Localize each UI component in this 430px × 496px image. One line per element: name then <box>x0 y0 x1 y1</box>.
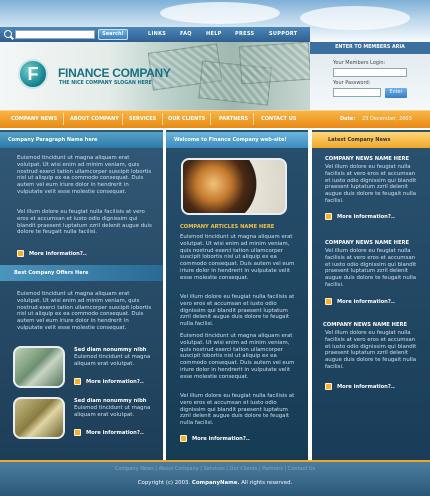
left-paragraph-3: Euismod tincidunt ut magna aliquam erat … <box>17 291 152 331</box>
more-info-link[interactable]: More information?.. <box>192 436 250 442</box>
banknote-graphic <box>238 42 310 85</box>
search-input[interactable] <box>15 30 95 39</box>
more-info-link[interactable]: More information?.. <box>337 299 395 305</box>
arrow-icon <box>325 383 332 390</box>
menu-company-news[interactable]: COMPANY NEWS <box>11 110 57 128</box>
menu-divider <box>253 113 254 125</box>
top-link-faq[interactable]: FAQ <box>180 29 192 40</box>
top-link-links[interactable]: LINKS <box>148 29 166 40</box>
more-info-link[interactable]: More information?.. <box>86 430 144 436</box>
date-label: Date: <box>340 116 356 122</box>
menu-divider <box>63 113 64 125</box>
arrow-icon <box>325 213 332 220</box>
offer-title: Sed diam nonummy nibh <box>74 347 147 353</box>
news-title: COMPANY NEWS NAME HERE <box>323 322 408 328</box>
copyright-suffix: All rights reserved. <box>241 480 293 486</box>
arrow-icon <box>180 435 187 442</box>
offers-heading: Best Company Offers Here <box>0 265 163 281</box>
news-text: Vel illum dolore eu feugiat nulla facili… <box>325 164 417 204</box>
arrow-icon <box>325 298 332 305</box>
logo-icon: F <box>18 59 48 89</box>
middle-paragraph-4: Vel illum dolore eu feugiat nulla facili… <box>180 393 295 427</box>
members-title: ENTER TO MEMBERS ARIA <box>310 42 430 54</box>
arrow-icon <box>74 429 81 436</box>
news-text: Vel illum dolore eu feugiat nulla facili… <box>325 248 417 288</box>
copyright-company: CompanyName. <box>191 480 240 486</box>
menu-partners[interactable]: PARTNERS <box>219 110 248 128</box>
menu-our-clients[interactable]: OUR CLIENTS <box>168 110 205 128</box>
middle-paragraph-3: Euismod tincidunt ut magna aliquam erat … <box>180 333 295 380</box>
menu-divider <box>162 113 163 125</box>
menu-contact-us[interactable]: CONTACT US <box>261 110 296 128</box>
middle-paragraph-1: Euismod tincidunt ut magna aliquam erat … <box>180 234 295 281</box>
news-title: COMPANY NEWS NAME HERE <box>325 156 410 162</box>
left-paragraph-1: Euismod tincidunt ut magna aliquam erat … <box>17 155 152 195</box>
footer-links[interactable]: Company News | About Company | Services … <box>60 466 370 472</box>
login-label: Your Members Login: <box>333 60 386 66</box>
password-label: Your Password: <box>333 80 371 86</box>
article-photo <box>181 158 287 215</box>
offer-title: Sed diam nonummy nibh <box>74 398 147 404</box>
copyright-prefix: Copyright (c) 2003. <box>137 480 191 486</box>
cloud-decoration <box>160 2 280 24</box>
menu-services[interactable]: SERVICES <box>129 110 156 128</box>
left-paragraph-2: Vel illum dolore eu feugiat nulla facili… <box>17 209 152 236</box>
left-heading: Company Paragraph Name here <box>0 132 163 148</box>
copyright: Copyright (c) 2003. CompanyName. All rig… <box>0 480 430 486</box>
menu-divider <box>122 113 123 125</box>
middle-paragraph-2: Vel illum dolore eu feugiat nulla facili… <box>180 294 295 328</box>
news-text: Vel illum dolore eu feugiat nulla facili… <box>325 330 417 370</box>
middle-heading: Welcome to Finance Company web-site! <box>166 132 308 148</box>
right-heading: Latest Company News <box>312 132 430 148</box>
password-field[interactable] <box>333 88 381 97</box>
search-icon <box>4 30 12 38</box>
top-link-press[interactable]: PRESS <box>235 29 254 40</box>
more-info-link[interactable]: More information?.. <box>337 384 395 390</box>
news-title: COMPANY NEWS NAME HERE <box>325 240 410 246</box>
login-field[interactable] <box>333 68 407 77</box>
top-link-support[interactable]: SUPPORT <box>269 29 297 40</box>
money-thumbnail <box>13 346 65 388</box>
company-slogan: THE NICE COMPANY SLOGAN HERE <box>59 81 152 86</box>
offer-text: Euismod tincidunt ut magna aliquam erat … <box>74 354 151 367</box>
search-button[interactable]: Search! <box>98 29 128 40</box>
more-info-link[interactable]: More information?.. <box>337 214 395 220</box>
more-info-link[interactable]: More information?.. <box>86 379 144 385</box>
enter-button[interactable]: Enter <box>385 88 407 98</box>
more-info-link[interactable]: More information?.. <box>29 251 87 257</box>
cloud-decoration <box>300 6 410 30</box>
offer-text: Euismod tincidunt ut magna aliquam erat … <box>74 405 151 418</box>
date-value: 23 December, 2003 <box>362 116 412 122</box>
menu-divider <box>210 113 211 125</box>
company-name: FINANCE COMPANY <box>58 66 171 80</box>
arrow-icon <box>17 250 24 257</box>
top-link-help[interactable]: HELP <box>206 29 222 40</box>
money-thumbnail <box>13 397 65 439</box>
menu-about-company[interactable]: ABOUT COMPANY <box>70 110 119 128</box>
articles-title: COMPANY ARTICLES NAME HERE <box>180 224 275 230</box>
arrow-icon <box>74 378 81 385</box>
